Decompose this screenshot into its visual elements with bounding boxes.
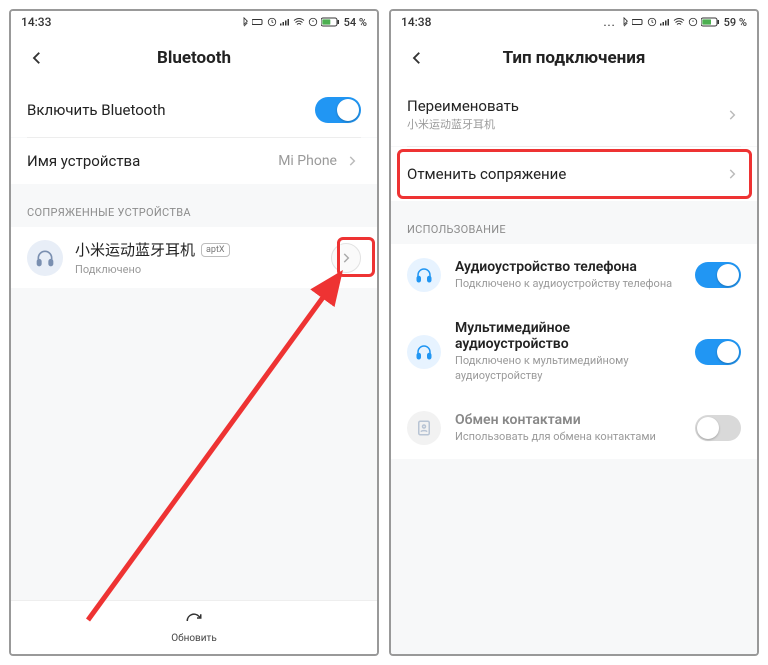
chevron-left-icon (28, 49, 46, 67)
status-time: 14:33 (21, 15, 51, 29)
status-icons: ... 59 % (603, 16, 747, 29)
bluetooth-toggle[interactable] (315, 97, 361, 123)
chevron-right-icon (343, 152, 361, 170)
chevron-right-icon (339, 251, 353, 265)
status-time: 14:38 (401, 15, 431, 29)
status-bar: 14:38 ... 59 % (391, 11, 757, 33)
usage-sub: Использовать для обмена контактами (455, 430, 681, 444)
status-battery-pct: 54 % (344, 16, 367, 29)
header: Bluetooth (11, 33, 377, 83)
device-status: Подключено (75, 263, 331, 276)
status-bar: 14:33 54 % (11, 11, 377, 33)
usage-section-header: ИСПОЛЬЗОВАНИЕ (391, 213, 757, 244)
usage-toggle[interactable] (695, 262, 741, 288)
status-icons: 54 % (239, 16, 367, 29)
headphones-icon (407, 258, 441, 292)
back-button[interactable] (25, 46, 49, 70)
phone-left: 14:33 54 % Bluetooth Включить Bluetooth (9, 9, 379, 656)
phone-right: 14:38 ... 59 % Тип подключения Переимено… (389, 9, 759, 656)
enable-bluetooth-label: Включить Bluetooth (27, 101, 315, 119)
usage-media-audio-row[interactable]: Мультимедийное аудиоустройство Подключен… (391, 306, 757, 397)
device-name-label: Имя устройства (27, 152, 278, 170)
unpair-label: Отменить сопряжение (407, 165, 723, 183)
paired-section-header: СОПРЯЖЕННЫЕ УСТРОЙСТВА (11, 196, 377, 227)
device-title: 小米运动蓝牙耳机 (75, 239, 195, 260)
usage-contacts-row[interactable]: Обмен контактами Использовать для обмена… (391, 397, 757, 459)
device-name-value: Mi Phone (278, 153, 337, 169)
usage-title: Мультимедийное аудиоустройство (455, 320, 681, 352)
page-title: Тип подключения (391, 48, 757, 68)
page-title: Bluetooth (11, 48, 377, 68)
paired-device-row[interactable]: 小米运动蓝牙耳机 aptX Подключено (11, 227, 377, 288)
usage-sub: Подключено к аудиоустройству телефона (455, 277, 681, 291)
refresh-icon (184, 611, 204, 631)
chevron-left-icon (408, 49, 426, 67)
usage-title: Аудиоустройство телефона (455, 259, 681, 275)
usage-toggle[interactable] (695, 415, 741, 441)
back-button[interactable] (405, 46, 429, 70)
chevron-right-icon (723, 165, 741, 183)
refresh-button[interactable]: Обновить (11, 600, 377, 654)
headphones-icon (407, 335, 441, 369)
device-name-row[interactable]: Имя устройства Mi Phone (11, 138, 377, 184)
codec-badge: aptX (201, 243, 230, 257)
headphones-icon (27, 240, 63, 276)
device-settings-button[interactable] (331, 243, 361, 273)
status-battery-pct: 59 % (724, 16, 747, 29)
unpair-row[interactable]: Отменить сопряжение (391, 147, 757, 201)
rename-row[interactable]: Переименовать 小米运动蓝牙耳机 (391, 83, 757, 146)
usage-title: Обмен контактами (455, 412, 681, 428)
usage-sub: Подключено к мультимедийному аудиоустрой… (455, 354, 681, 383)
header: Тип подключения (391, 33, 757, 83)
refresh-label: Обновить (171, 633, 217, 644)
usage-toggle[interactable] (695, 339, 741, 365)
enable-bluetooth-row[interactable]: Включить Bluetooth (11, 83, 377, 137)
usage-phone-audio-row[interactable]: Аудиоустройство телефона Подключено к ау… (391, 244, 757, 306)
contacts-icon (407, 411, 441, 445)
rename-label: Переименовать (407, 97, 723, 115)
chevron-right-icon (723, 106, 741, 124)
rename-sub: 小米运动蓝牙耳机 (407, 118, 723, 132)
